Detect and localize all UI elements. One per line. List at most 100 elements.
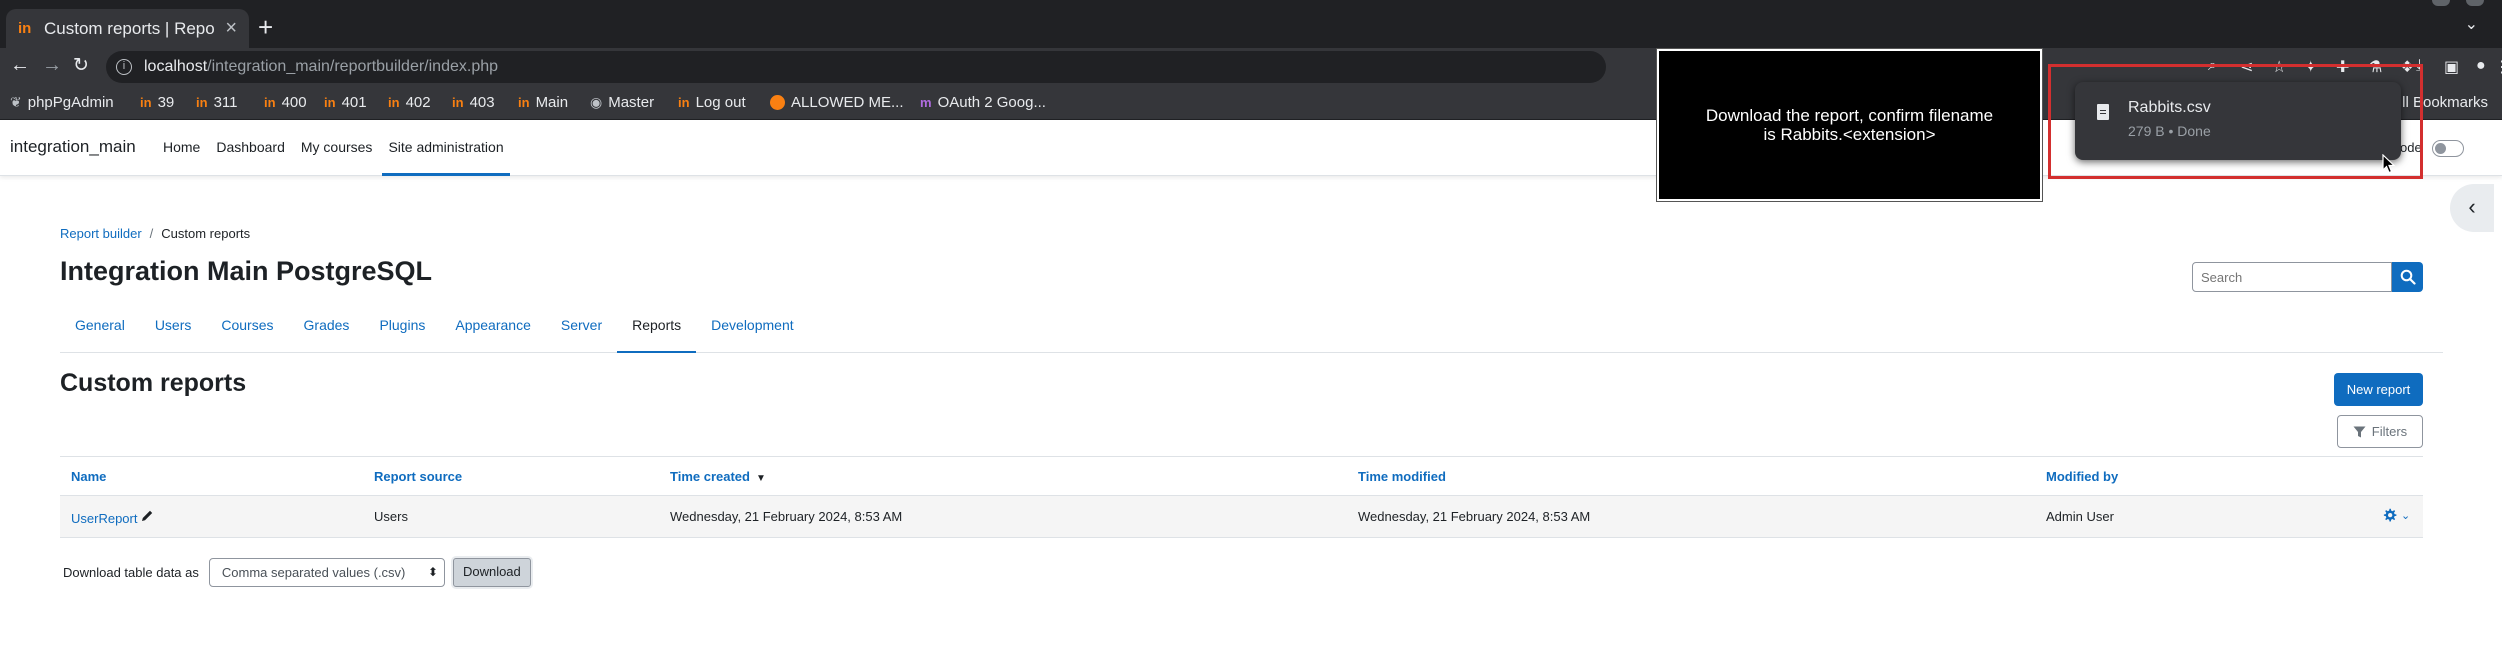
download-button[interactable]: Download — [452, 558, 531, 587]
tab-grades[interactable]: Grades — [289, 308, 365, 353]
column-time-modified[interactable]: Time modified — [1358, 469, 1446, 484]
elephant-icon: ❦ — [10, 94, 22, 110]
time-created-cell: Wednesday, 21 February 2024, 8:53 AM — [670, 509, 903, 524]
download-format-select[interactable]: Comma separated values (.csv) — [208, 558, 445, 587]
search-input[interactable] — [2192, 262, 2392, 292]
moodle-favicon-icon: in — [18, 20, 32, 37]
tab-appearance[interactable]: Appearance — [440, 308, 546, 353]
row-actions-menu[interactable]: ⌄ — [2382, 508, 2410, 523]
nav-my-courses[interactable]: My courses — [301, 120, 373, 176]
file-icon — [2097, 104, 2109, 120]
edit-mode-toggle[interactable] — [2432, 140, 2464, 157]
chevron-down-icon[interactable]: ⌄ — [2465, 14, 2478, 34]
tab-development[interactable]: Development — [696, 308, 809, 353]
sort-desc-icon: ▼ — [755, 473, 766, 484]
nav-site-administration[interactable]: Site administration — [382, 120, 510, 176]
window-control-icon[interactable] — [2466, 0, 2484, 6]
nav-home[interactable]: Home — [163, 120, 200, 176]
kebab-menu-icon[interactable]: ⋮ — [2494, 57, 2502, 77]
search-icon — [2400, 269, 2416, 285]
moodle-icon: in — [678, 95, 690, 110]
window-control-icon[interactable] — [2432, 0, 2450, 6]
tab-server[interactable]: Server — [546, 308, 617, 353]
purple-moodle-icon: m — [920, 95, 932, 110]
bookmark-item[interactable]: in 402 — [388, 94, 431, 111]
bookmark-item[interactable]: in Log out — [678, 94, 746, 111]
url-host: localhost — [144, 58, 208, 75]
gear-icon — [2383, 508, 2397, 522]
address-bar[interactable]: i localhost/integration_main/reportbuild… — [106, 51, 1606, 83]
breadcrumb-report-builder[interactable]: Report builder — [60, 226, 142, 241]
tab-plugins[interactable]: Plugins — [364, 308, 440, 353]
moodle-icon: in — [324, 95, 336, 110]
side-panel-icon[interactable]: ▣ — [2444, 57, 2459, 77]
tab-users[interactable]: Users — [140, 308, 207, 353]
moodle-icon: in — [264, 95, 276, 110]
bookmark-item[interactable]: ❦ phpPgAdmin — [10, 94, 114, 111]
pencil-icon[interactable] — [140, 509, 154, 523]
report-source-cell: Users — [374, 509, 408, 524]
modified-by-cell: Admin User — [2046, 509, 2114, 524]
downloaded-file-name[interactable]: Rabbits.csv — [2128, 99, 2211, 117]
report-name-cell: UserReport — [71, 509, 154, 526]
column-time-created[interactable]: Time created ▼ — [670, 469, 766, 484]
bookmark-item[interactable]: ◉ Master — [590, 94, 654, 111]
bookmark-item[interactable]: m OAuth 2 Goog... — [920, 94, 1046, 111]
tab-courses[interactable]: Courses — [206, 308, 288, 353]
secondary-navigation: General Users Courses Grades Plugins App… — [60, 308, 2443, 353]
download-status: 279 B • Done — [2128, 123, 2211, 139]
filters-label: Filters — [2371, 424, 2408, 439]
new-report-button[interactable]: New report — [2334, 373, 2423, 406]
profile-icon[interactable]: ● — [2476, 57, 2486, 75]
chevron-left-icon: ‹ — [2468, 194, 2476, 219]
breadcrumb-separator: / — [149, 226, 154, 241]
bookmark-item[interactable]: in 401 — [324, 94, 367, 111]
breadcrumb-current: Custom reports — [161, 226, 251, 241]
forward-arrow-icon[interactable]: → — [42, 54, 62, 77]
filters-button[interactable]: Filters — [2337, 415, 2423, 448]
table-header: Name Report source Time created ▼ Time mo… — [60, 456, 2423, 496]
info-icon[interactable]: i — [116, 59, 132, 75]
close-icon[interactable]: × — [225, 17, 237, 40]
bookmark-item[interactable]: ALLOWED ME... — [770, 94, 904, 111]
chevron-down-icon: ⌄ — [2401, 510, 2411, 522]
moodle-icon: in — [452, 95, 464, 110]
breadcrumb: Report builder / Custom reports — [60, 226, 250, 241]
column-report-source[interactable]: Report source — [374, 469, 462, 484]
browser-tab[interactable]: in Custom reports | Report b × — [6, 9, 249, 48]
task-instruction-overlay: Download the report, confirm filename is… — [1656, 48, 2043, 202]
column-modified-by[interactable]: Modified by — [2046, 469, 2118, 484]
download-bubble[interactable]: Rabbits.csv 279 B • Done — [2075, 82, 2401, 160]
bookmark-item[interactable]: in 311 — [196, 94, 237, 111]
orange-circle-icon — [770, 95, 785, 110]
moodle-icon: in — [518, 95, 530, 110]
filter-icon — [2353, 426, 2366, 437]
bookmark-item[interactable]: in 403 — [452, 94, 495, 111]
section-title: Custom reports — [60, 369, 247, 397]
tab-reports[interactable]: Reports — [617, 308, 697, 353]
url-path: /integration_main/reportbuilder/index.ph… — [207, 58, 499, 75]
new-tab-button[interactable]: + — [258, 12, 273, 43]
back-arrow-icon[interactable]: ← — [10, 54, 30, 77]
page-title: Integration Main PostgreSQL — [60, 256, 433, 286]
tab-title: Custom reports | Report b — [44, 18, 215, 38]
reload-icon[interactable]: ↻ — [73, 54, 89, 77]
search-button[interactable] — [2392, 262, 2423, 292]
moodle-icon: in — [140, 95, 152, 110]
time-modified-cell: Wednesday, 21 February 2024, 8:53 AM — [1358, 509, 1591, 524]
nav-dashboard[interactable]: Dashboard — [216, 120, 285, 176]
moodle-icon: in — [196, 95, 208, 110]
tab-general[interactable]: General — [60, 308, 140, 353]
bookmark-item[interactable]: in 400 — [264, 94, 307, 111]
github-icon: ◉ — [590, 94, 603, 110]
table-row: UserReport Users Wednesday, 21 February … — [60, 496, 2423, 538]
site-brand[interactable]: integration_main — [10, 137, 136, 157]
moodle-icon: in — [388, 95, 400, 110]
bookmark-item[interactable]: in 39 — [140, 94, 174, 111]
download-format-label: Download table data as — [63, 565, 199, 580]
column-name[interactable]: Name — [71, 469, 106, 484]
drawer-open-button[interactable]: ‹ — [2450, 184, 2494, 232]
mouse-cursor-icon — [2382, 154, 2396, 174]
bookmark-item[interactable]: in Main — [518, 94, 568, 111]
report-name-link[interactable]: UserReport — [71, 511, 137, 526]
